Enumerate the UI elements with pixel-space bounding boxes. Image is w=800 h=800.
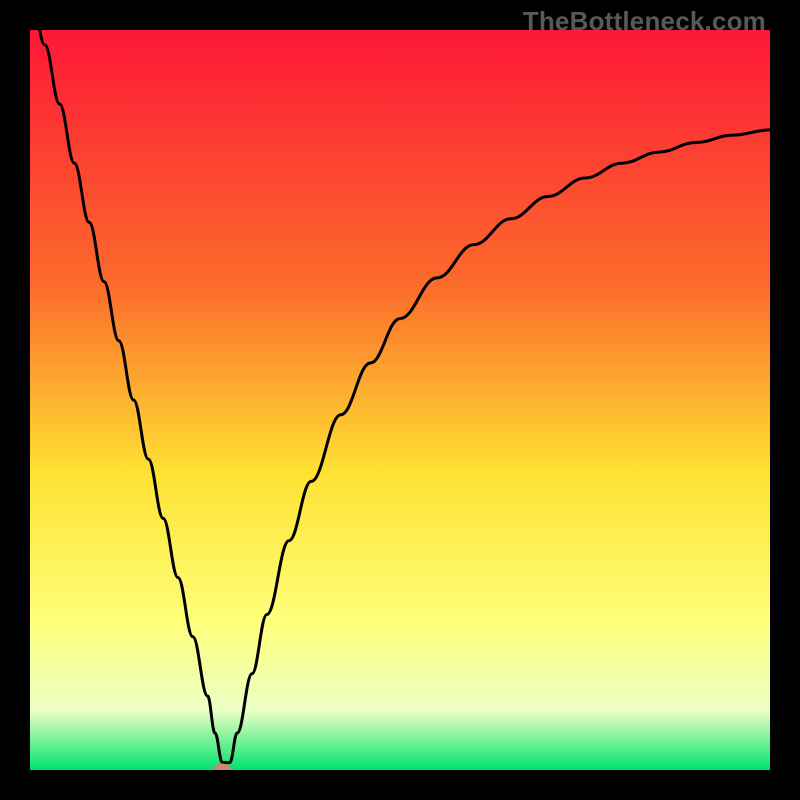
chart-frame: TheBottleneck.com <box>0 0 800 800</box>
gradient-background <box>30 30 770 770</box>
bottleneck-curve <box>30 30 770 763</box>
plot-area <box>30 30 770 770</box>
chart-svg <box>30 30 770 770</box>
watermark-text: TheBottleneck.com <box>523 6 766 37</box>
minimum-marker <box>213 764 231 771</box>
